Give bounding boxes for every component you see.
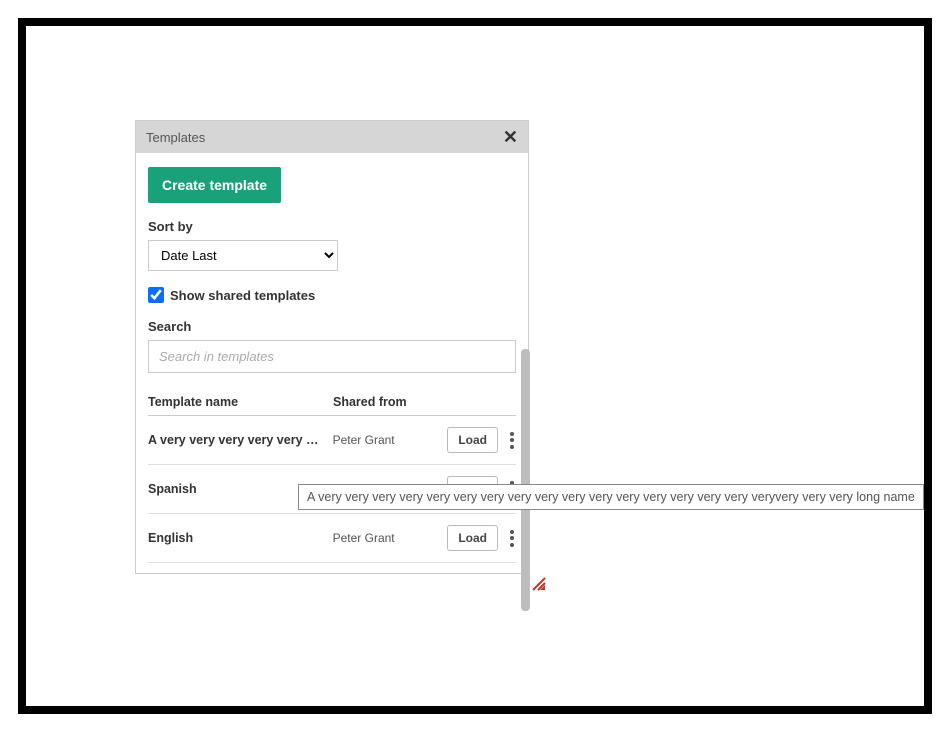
- close-icon[interactable]: ✕: [503, 128, 518, 146]
- table-header: Template name Shared from: [148, 395, 516, 416]
- scrollbar-thumb[interactable]: [521, 349, 530, 611]
- sort-by-label: Sort by: [148, 219, 516, 234]
- kebab-menu-icon[interactable]: [508, 430, 516, 451]
- template-name-cell: A very very very very very very v...: [148, 433, 333, 447]
- show-shared-checkbox[interactable]: [148, 287, 164, 303]
- shared-from-cell: Peter Grant: [333, 531, 448, 545]
- col-actions: [448, 395, 516, 409]
- col-template-name: Template name: [148, 395, 333, 409]
- show-shared-label: Show shared templates: [170, 288, 315, 303]
- panel-title: Templates: [146, 130, 205, 145]
- tooltip: A very very very very very very very ver…: [298, 484, 924, 510]
- kebab-menu-icon[interactable]: [508, 528, 516, 549]
- app-frame: Templates ✕ Create template Sort by Date…: [18, 18, 932, 714]
- panel-body: Create template Sort by Date Last Show s…: [136, 153, 528, 573]
- load-button[interactable]: Load: [447, 525, 498, 551]
- show-shared-row: Show shared templates: [148, 287, 516, 303]
- template-name-cell: English: [148, 531, 333, 545]
- shared-from-cell: Peter Grant: [333, 433, 448, 447]
- search-input[interactable]: [148, 340, 516, 373]
- create-template-button[interactable]: Create template: [148, 167, 281, 203]
- row-actions: Load: [447, 525, 516, 551]
- table-row: English Peter Grant Load: [148, 514, 516, 563]
- search-label: Search: [148, 319, 516, 334]
- col-shared-from: Shared from: [333, 395, 448, 409]
- load-button[interactable]: Load: [447, 427, 498, 453]
- scrollbar[interactable]: [521, 349, 530, 671]
- sort-by-select[interactable]: Date Last: [148, 240, 338, 271]
- row-actions: Load: [447, 427, 516, 453]
- panel-header: Templates ✕: [136, 121, 528, 153]
- table-row: A very very very very very very v... Pet…: [148, 416, 516, 465]
